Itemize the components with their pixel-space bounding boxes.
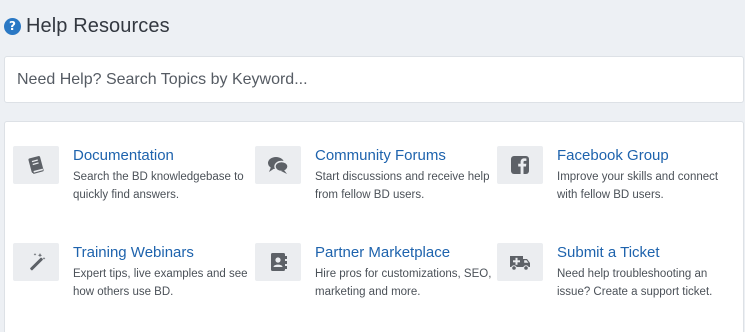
book-icon — [13, 146, 59, 184]
resource-description: Need help troubleshooting an issue? Crea… — [557, 268, 713, 298]
resource-title: Partner Marketplace — [315, 244, 451, 261]
resource-title: Community Forums — [315, 147, 446, 164]
resource-submit-ticket[interactable]: Submit a Ticket Need help troubleshootin… — [497, 243, 729, 313]
resource-documentation[interactable]: Documentation Search the BD knowledgebas… — [13, 146, 245, 216]
page-header: ? Help Resources — [4, 13, 170, 39]
search-input[interactable] — [5, 57, 743, 102]
ambulance-icon — [497, 243, 543, 281]
resource-title: Documentation — [73, 147, 174, 164]
resource-community-forums[interactable]: Community Forums Start discussions and r… — [255, 146, 490, 216]
magic-wand-icon — [13, 243, 59, 281]
resource-description: Hire pros for customizations, SEO, marke… — [315, 268, 492, 298]
resource-title: Training Webinars — [73, 244, 194, 261]
contact-book-icon — [255, 243, 301, 281]
resource-description: Start discussions and receive help from … — [315, 171, 490, 201]
search-box — [4, 56, 744, 103]
question-circle-icon: ? — [4, 17, 21, 35]
resource-facebook-group[interactable]: Facebook Group Improve your skills and c… — [497, 146, 729, 216]
resource-description: Improve your skills and connect with fel… — [557, 171, 719, 201]
resources-panel: Documentation Search the BD knowledgebas… — [4, 121, 744, 332]
facebook-icon — [497, 146, 543, 184]
resource-partner-marketplace[interactable]: Partner Marketplace Hire pros for custom… — [255, 243, 491, 313]
resource-description: Search the BD knowledgebase to quickly f… — [73, 171, 244, 201]
resource-description: Expert tips, live examples and see how o… — [73, 268, 248, 298]
page-title: Help Resources — [26, 14, 170, 37]
comments-icon — [255, 146, 301, 184]
resource-title: Submit a Ticket — [557, 244, 660, 261]
resource-title: Facebook Group — [557, 147, 669, 164]
resource-training-webinars[interactable]: Training Webinars Expert tips, live exam… — [13, 243, 248, 313]
